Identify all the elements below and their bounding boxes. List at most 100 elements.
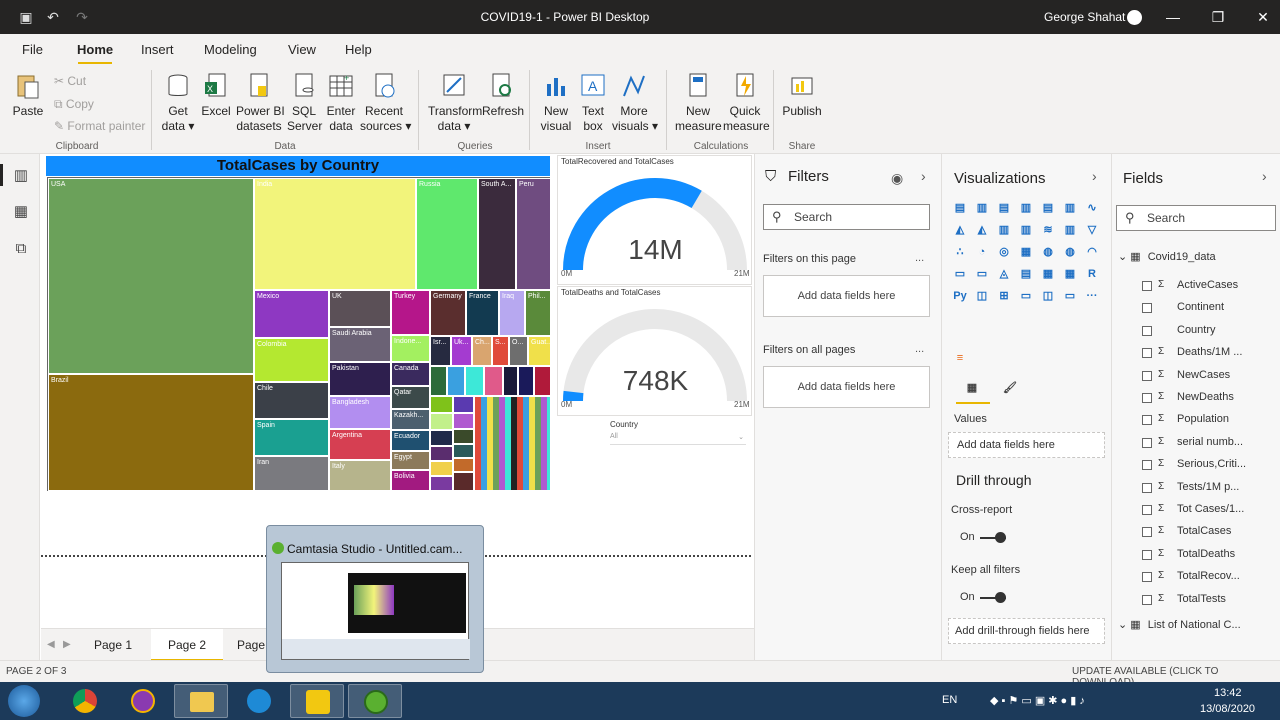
treemap-tile[interactable]: Indone... (391, 335, 430, 362)
treemap-tile[interactable]: Spain (254, 419, 329, 456)
treemap-tile[interactable] (534, 366, 551, 396)
treemap-tile[interactable] (453, 458, 474, 472)
treemap-tile[interactable]: Iraq (499, 290, 525, 336)
treemap-tile[interactable] (453, 429, 474, 444)
powerbi-datasets-button[interactable]: Power BI datasets (236, 72, 285, 134)
drill-through-well[interactable]: Add drill-through fields here (948, 618, 1105, 644)
user-name[interactable]: George Shahat (1044, 10, 1125, 24)
format-painter-button[interactable]: ✎ Format painter (54, 119, 145, 133)
keep-filters-toggle[interactable] (980, 592, 1006, 603)
field-checkbox[interactable] (1142, 505, 1152, 515)
field-checkbox[interactable] (1142, 325, 1152, 336)
treemap-tile[interactable]: India (254, 178, 416, 290)
gauge-deaths[interactable]: TotalDeaths and TotalCases 748K 0M 21M (557, 286, 752, 416)
treemap-tile[interactable]: France (466, 290, 499, 336)
treemap-tile[interactable]: Uk... (451, 336, 472, 366)
card-icon[interactable]: ▭ (952, 266, 968, 282)
treemap-tile[interactable] (453, 444, 474, 458)
more-options-icon[interactable]: ... (915, 252, 924, 264)
treemap-tile[interactable]: Chile (254, 382, 329, 419)
100-column-icon[interactable]: ▥ (1062, 200, 1078, 216)
menu-help[interactable]: Help (345, 42, 372, 57)
security-app[interactable] (116, 684, 170, 718)
treemap-tile[interactable]: Pakistan (329, 362, 391, 396)
treemap-tile[interactable] (484, 366, 503, 396)
clock-time[interactable]: 13:42 (1214, 687, 1242, 699)
treemap-tile[interactable] (430, 413, 453, 430)
sql-server-button[interactable]: SQL Server (287, 72, 322, 134)
collapse-viz-icon[interactable]: › (1092, 168, 1097, 184)
treemap-tile[interactable]: Brazil (48, 374, 254, 491)
multirow-card-icon[interactable]: ▭ (974, 266, 990, 282)
close-button[interactable]: ✕ (1248, 6, 1278, 28)
treemap-tile[interactable]: Turkey (391, 290, 430, 335)
text-box-button[interactable]: A Text box (578, 72, 608, 134)
treemap-tile[interactable]: Phil... (525, 290, 551, 336)
menu-modeling[interactable]: Modeling (204, 42, 257, 57)
treemap-tile[interactable]: South A... (478, 178, 516, 290)
next-page-icon[interactable]: ▶ (63, 639, 71, 650)
cut-button[interactable]: ✂ Cut (54, 74, 86, 88)
treemap-tile[interactable]: Ecuador (391, 430, 430, 451)
stacked-bar-icon[interactable]: ▤ (952, 200, 968, 216)
treemap-visual[interactable]: USA Brazil India Russia South A... Peru … (47, 177, 551, 491)
treemap-tile[interactable] (430, 396, 453, 413)
minimize-button[interactable]: — (1158, 6, 1188, 28)
treemap-tile[interactable] (503, 366, 518, 396)
funnel-icon[interactable]: ▽ (1084, 222, 1100, 238)
line-icon[interactable]: ∿ (1084, 200, 1100, 216)
field-checkbox[interactable] (1142, 482, 1152, 493)
cross-report-toggle[interactable] (980, 532, 1006, 543)
line-clustered-icon[interactable]: ▥ (1018, 222, 1034, 238)
clustered-bar-icon[interactable]: ▤ (996, 200, 1012, 216)
new-visual-button[interactable]: New visual (538, 72, 574, 134)
field-checkbox[interactable] (1142, 549, 1152, 560)
treemap-tile[interactable]: Bangladesh (329, 396, 391, 429)
transform-data-button[interactable]: Transform data ▾ (428, 72, 482, 134)
excel-button[interactable]: X Excel (201, 72, 231, 119)
treemap-tile[interactable]: Argentina (329, 429, 391, 460)
tray-icons[interactable]: ◆ ▪ ⚑ ▭ ▣ ✱ ● ▮ ♪ (990, 694, 1085, 707)
treemap-tile[interactable] (430, 446, 453, 461)
paginated-icon[interactable]: ▭ (1062, 288, 1078, 304)
more-options-icon[interactable]: ... (915, 343, 924, 355)
treemap-tile[interactable] (430, 476, 453, 491)
stacked-area-icon[interactable]: ◭ (974, 222, 990, 238)
r-visual-icon[interactable]: R (1084, 266, 1100, 282)
start-button[interactable] (8, 685, 40, 717)
copy-button[interactable]: ⧉ Copy (54, 97, 94, 112)
table-covid19-data[interactable]: ⌄ ▦ Covid19_data (1118, 250, 1216, 268)
more-visuals-button[interactable]: More visuals ▾ (612, 72, 658, 134)
menu-insert[interactable]: Insert (141, 42, 174, 57)
scatter-icon[interactable]: ∴ (952, 244, 968, 260)
field-checkbox[interactable] (1142, 572, 1152, 583)
treemap-tile[interactable]: Colombia (254, 338, 329, 382)
decomposition-icon[interactable]: ⊞ (996, 288, 1012, 304)
smart-narrative-icon[interactable]: ◫ (1040, 288, 1056, 304)
matrix-icon[interactable]: ▦ (1062, 266, 1078, 282)
field-checkbox[interactable] (1142, 281, 1152, 291)
slicer-icon[interactable]: ▤ (1018, 266, 1034, 282)
ribbon-icon[interactable]: ≋ (1040, 222, 1056, 238)
field-checkbox[interactable] (1142, 527, 1152, 538)
paste-button[interactable]: Paste (10, 72, 46, 119)
treemap-small-tiles[interactable] (474, 396, 551, 491)
treemap-tile[interactable]: Guat... (528, 336, 551, 366)
treemap-tile[interactable]: Canada (391, 362, 430, 386)
menu-file[interactable]: File (22, 42, 43, 57)
field-checkbox[interactable] (1142, 370, 1152, 381)
treemap-tile[interactable]: Italy (329, 460, 391, 491)
treemap-tile[interactable] (430, 366, 447, 396)
filters-search-input[interactable]: ⚲ Search (763, 204, 930, 230)
format-tab-icon[interactable]: 🖌 (1002, 380, 1018, 396)
treemap-tile[interactable] (465, 366, 484, 396)
collapse-filters-icon[interactable]: › (921, 168, 926, 184)
prev-page-icon[interactable]: ◀ (47, 639, 55, 650)
gauge-icon[interactable]: ◠ (1084, 244, 1100, 260)
get-data-button[interactable]: Get data ▾ (160, 72, 196, 134)
treemap-tile[interactable]: Germany (430, 290, 466, 336)
treemap-tile[interactable]: O... (509, 336, 528, 366)
treemap-tile[interactable]: S... (492, 336, 509, 366)
language-indicator[interactable]: EN (942, 694, 957, 706)
table-national-list[interactable]: ⌄ ▦ List of National C... (1118, 618, 1241, 636)
